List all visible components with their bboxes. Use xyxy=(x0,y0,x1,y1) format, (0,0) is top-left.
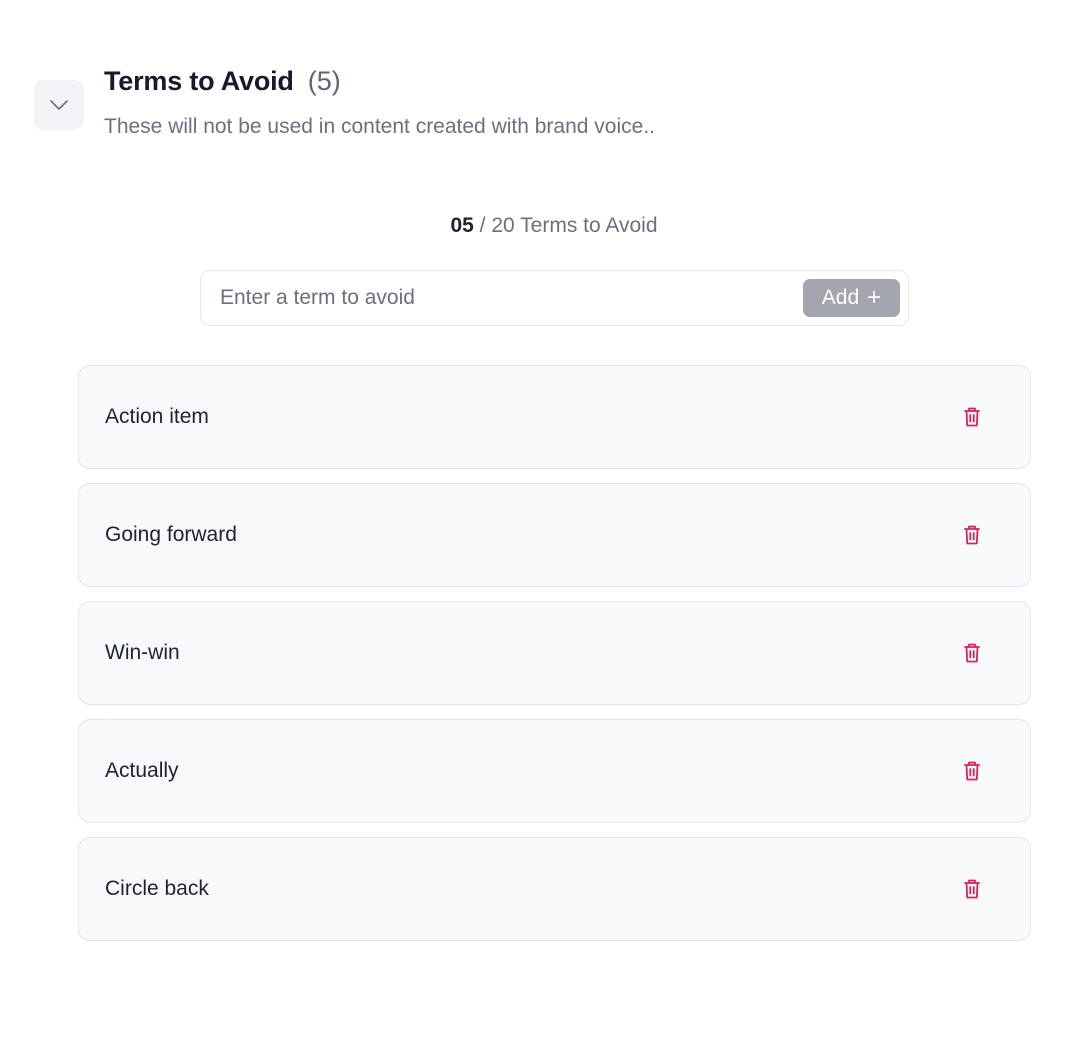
term-row: Win-win xyxy=(78,601,1031,705)
section-subtitle: These will not be used in content create… xyxy=(104,115,655,138)
term-row: Action item xyxy=(78,365,1031,469)
plus-icon: + xyxy=(867,284,882,311)
term-count: (5) xyxy=(307,66,341,96)
title-row: Terms to Avoid (5) xyxy=(104,66,655,97)
add-term-button[interactable]: Add + xyxy=(803,279,900,317)
trash-icon xyxy=(964,407,980,427)
delete-term-button[interactable] xyxy=(960,759,984,783)
trash-icon xyxy=(964,643,980,663)
delete-term-button[interactable] xyxy=(960,877,984,901)
delete-term-button[interactable] xyxy=(960,405,984,429)
term-input[interactable] xyxy=(201,271,803,325)
term-label: Circle back xyxy=(105,877,209,900)
term-row: Circle back xyxy=(78,837,1031,941)
add-button-label: Add xyxy=(821,286,860,309)
trash-icon xyxy=(964,879,980,899)
term-input-wrapper: Add + xyxy=(200,270,909,326)
trash-icon xyxy=(964,525,980,545)
delete-term-button[interactable] xyxy=(960,523,984,547)
delete-term-button[interactable] xyxy=(960,641,984,665)
terms-counter: 05 / 20 Terms to Avoid xyxy=(0,214,1080,238)
term-label: Win-win xyxy=(105,641,180,664)
collapse-toggle-button[interactable] xyxy=(34,80,84,130)
term-row: Actually xyxy=(78,719,1031,823)
term-label: Going forward xyxy=(105,523,237,546)
term-label: Action item xyxy=(105,405,209,428)
term-list: Action item Going forward Win-win Actual… xyxy=(78,365,1031,941)
trash-icon xyxy=(964,761,980,781)
counter-rest: / 20 Terms to Avoid xyxy=(473,214,658,237)
term-row: Going forward xyxy=(78,483,1031,587)
chevron-down-icon xyxy=(50,100,68,110)
section-title: Terms to Avoid xyxy=(104,66,294,96)
counter-current: 05 xyxy=(450,214,474,237)
section-header: Terms to Avoid (5) These will not be use… xyxy=(104,66,655,139)
term-label: Actually xyxy=(105,759,179,782)
